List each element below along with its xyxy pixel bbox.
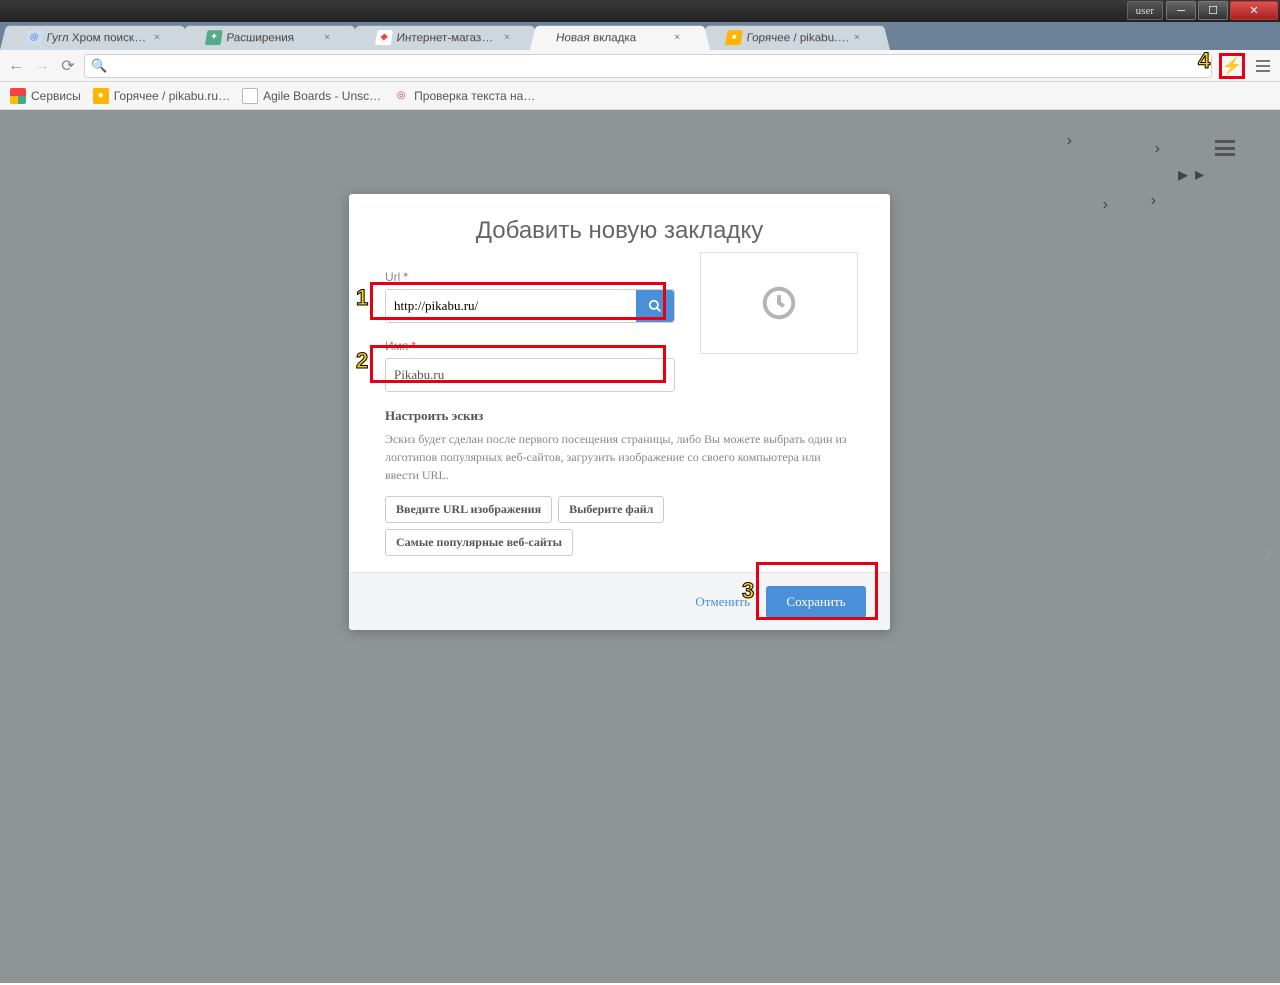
- bookmark-label: Сервисы: [31, 82, 81, 110]
- extension-highlight: 4 ⚡: [1218, 52, 1246, 80]
- annotation-number-3: 3: [742, 578, 754, 604]
- bookmark-item[interactable]: ● Горячее / pikabu.ru…: [93, 82, 230, 110]
- thumbnail-preview: [700, 252, 858, 354]
- close-tab-icon[interactable]: ×: [672, 26, 686, 50]
- close-tab-icon[interactable]: ×: [152, 26, 166, 50]
- close-tab-icon[interactable]: ×: [502, 26, 516, 50]
- address-bar[interactable]: 🔍: [84, 54, 1212, 78]
- tab-title: Расширения: [225, 26, 321, 50]
- maximize-button[interactable]: ☐: [1198, 1, 1228, 20]
- dialog-title: Добавить новую закладку: [385, 216, 854, 246]
- bookmark-label: Горячее / pikabu.ru…: [114, 82, 230, 110]
- minimize-button[interactable]: ─: [1166, 1, 1196, 20]
- add-bookmark-dialog: Добавить новую закладку Url * Имя *: [349, 194, 890, 630]
- close-window-button[interactable]: ✕: [1230, 1, 1278, 20]
- annotation-number-4: 4: [1198, 48, 1210, 74]
- page-menu-button[interactable]: [1215, 140, 1235, 156]
- bookmark-label: Agile Boards - Unsc…: [263, 82, 381, 110]
- window-title-bar: user ─ ☐ ✕: [0, 0, 1280, 22]
- tab-title: Интернет-магазин Chrom: [395, 26, 501, 50]
- favicon-icon: ◎: [25, 30, 43, 45]
- search-icon: 🔍: [91, 58, 107, 74]
- bookmark-bar: Сервисы ● Горячее / pikabu.ru… Agile Boa…: [0, 82, 1280, 110]
- annotation-number-1: 1: [356, 285, 368, 311]
- page-icon: [242, 88, 258, 104]
- browser-tab[interactable]: ◆ Интернет-магазин Chrom ×: [350, 26, 540, 50]
- page-content: › ▸ ▸ › › › › Добавить новую закладку Ur…: [0, 110, 1280, 983]
- dialog-footer: Отменить Сохранить: [349, 572, 890, 630]
- choose-file-button[interactable]: Выберите файл: [558, 496, 664, 523]
- browser-toolbar: ← → ⟳ 🔍 4 ⚡: [0, 50, 1280, 82]
- favicon-icon: ✦: [205, 30, 223, 45]
- close-tab-icon[interactable]: ×: [322, 26, 336, 50]
- browser-tab-active[interactable]: Новая вкладка ×: [530, 26, 710, 50]
- bookmark-label: Проверка текста на…: [414, 82, 535, 110]
- browser-tab[interactable]: ◎ Гугл Хром поисковая сис ×: [0, 26, 190, 50]
- url-input-group: [385, 289, 675, 323]
- enter-image-url-button[interactable]: Введите URL изображения: [385, 496, 552, 523]
- next-page-chevron-icon[interactable]: ›: [1265, 540, 1272, 566]
- user-badge[interactable]: user: [1127, 1, 1163, 20]
- chrome-menu-button[interactable]: [1252, 60, 1274, 72]
- favicon-icon: ◆: [375, 30, 393, 45]
- tab-title: Новая вкладка: [554, 26, 671, 50]
- favicon-icon: ●: [93, 88, 109, 104]
- bookmark-item[interactable]: ◎ Проверка текста на…: [393, 82, 535, 110]
- browser-tab[interactable]: ✦ Расширения ×: [180, 26, 360, 50]
- url-lookup-button[interactable]: [636, 290, 674, 322]
- popular-sites-button[interactable]: Самые популярные веб-сайты: [385, 529, 573, 556]
- forward-button[interactable]: →: [32, 56, 52, 76]
- name-input[interactable]: [385, 358, 675, 392]
- bookmark-item[interactable]: Agile Boards - Unsc…: [242, 82, 381, 110]
- save-button[interactable]: Сохранить: [766, 586, 866, 618]
- clock-icon: [760, 284, 798, 322]
- search-icon: [648, 299, 662, 313]
- tab-title: Горячее / pikabu.ru - Все: [745, 26, 851, 50]
- back-button[interactable]: ←: [6, 56, 26, 76]
- lightning-icon[interactable]: ⚡: [1222, 56, 1242, 76]
- browser-tab[interactable]: ● Горячее / pikabu.ru - Все ×: [700, 26, 890, 50]
- url-input[interactable]: [386, 290, 636, 322]
- close-tab-icon[interactable]: ×: [852, 26, 866, 50]
- bookmark-apps[interactable]: Сервисы: [10, 82, 81, 110]
- thumbnail-heading: Настроить эскиз: [385, 408, 854, 424]
- tab-title: Гугл Хром поисковая сис: [45, 26, 151, 50]
- thumbnail-description: Эскиз будет сделан после первого посещен…: [385, 430, 854, 484]
- favicon-icon: ◎: [393, 88, 409, 104]
- reload-button[interactable]: ⟳: [58, 56, 78, 76]
- tab-strip: ◎ Гугл Хром поисковая сис × ✦ Расширения…: [0, 22, 1280, 50]
- apps-icon: [10, 88, 26, 104]
- favicon-icon: ●: [725, 30, 743, 45]
- annotation-number-2: 2: [356, 348, 368, 374]
